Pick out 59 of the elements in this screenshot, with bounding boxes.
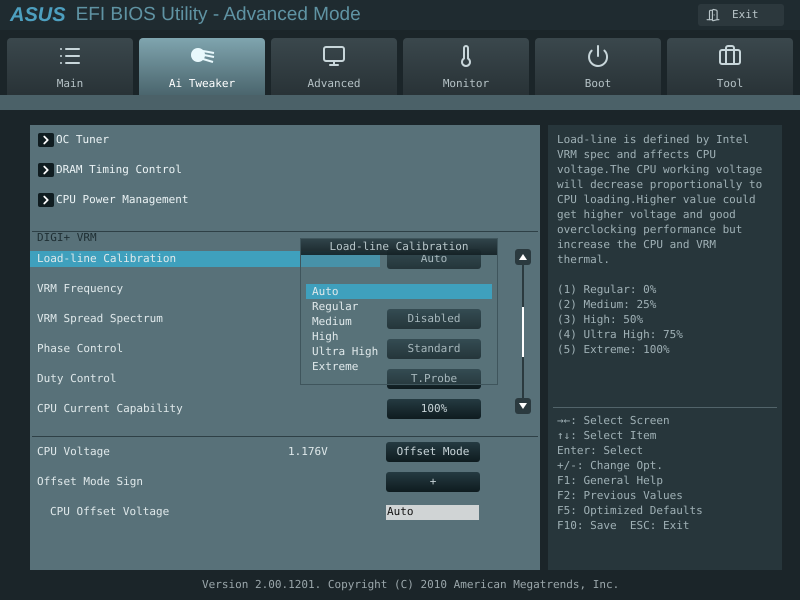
value-button[interactable]: T.Probe <box>387 369 481 389</box>
submenu-link[interactable]: DRAM Timing Control <box>30 155 182 185</box>
value-button[interactable]: Disabled <box>387 309 481 329</box>
key-hint: ↑↓: Select Item <box>557 428 658 443</box>
setting-row[interactable]: VRM Frequency <box>30 281 126 297</box>
key-hint: F10: Save ESC: Exit <box>557 518 690 533</box>
window-title: EFI BIOS Utility - Advanced Mode <box>76 2 361 27</box>
nav-tab[interactable]: Ai Tweaker <box>139 38 265 95</box>
value-button[interactable]: Offset Mode <box>386 442 480 462</box>
help-description: Load-line is defined by Intel VRM spec and affects CPU voltage.The CPU working voltage will decrease proportionally to CPU loading.Higher value could get higher voltage and good overclocking performance but increase the CPU and VRM thermal. <box>557 132 764 267</box>
monitor-icon <box>322 44 346 68</box>
setting-row[interactable]: VRM Spread Spectrum <box>30 311 165 327</box>
up-arrow-icon <box>519 254 527 260</box>
help-text: (1) Regular: 0% <box>557 282 658 297</box>
value-button[interactable]: + <box>386 472 480 492</box>
input-field[interactable]: Auto <box>386 504 479 520</box>
key-hint: F1: General Help <box>557 473 664 488</box>
nav-tab[interactable]: Advanced <box>271 38 397 95</box>
down-arrow-icon <box>519 403 527 409</box>
setting-row[interactable]: CPU Current Capability <box>30 401 185 417</box>
help-text: (4) Ultra High: 75% <box>557 327 684 342</box>
exit-button[interactable]: Exit <box>698 4 784 26</box>
popup-option[interactable]: Ultra High <box>306 344 380 359</box>
briefcase-icon <box>718 44 742 68</box>
key-hint: F2: Previous Values <box>557 488 684 503</box>
nav-tab[interactable]: Boot <box>535 38 661 95</box>
value-button[interactable]: Standard <box>387 339 481 359</box>
help-text: (3) High: 50% <box>557 312 644 327</box>
help-text: (5) Extreme: 100% <box>557 342 671 357</box>
nav-tab[interactable]: Tool <box>667 38 793 95</box>
power-icon <box>586 44 610 68</box>
nav-tab[interactable]: Monitor <box>403 38 529 95</box>
help-text: (2) Medium: 25% <box>557 297 658 312</box>
chevron-icon <box>38 193 54 207</box>
submenu-link[interactable]: CPU Power Management <box>30 185 188 215</box>
key-hint: →←: Select Screen <box>557 413 671 428</box>
chevron-icon <box>38 163 54 177</box>
popup-option[interactable]: High <box>306 329 340 344</box>
setting-label: Offset Mode Sign <box>36 474 144 490</box>
version-text: Version 2.00.1201. Copyright (C) 2010 American Megatrends, Inc. <box>202 576 620 593</box>
popup-option[interactable]: Extreme <box>306 359 360 374</box>
key-hint: +/-: Change Opt. <box>557 458 664 473</box>
section-label: DIGI+ VRM <box>36 232 98 244</box>
brand-logo: ASUS <box>10 3 66 28</box>
voltage-reading: 1.176V <box>288 444 328 458</box>
nav-tab[interactable]: Main <box>7 38 133 95</box>
setting-row[interactable]: Phase Control <box>30 341 126 357</box>
scrollbar[interactable] <box>515 249 531 414</box>
setting-label: CPU Offset Voltage <box>49 504 170 520</box>
submenu-link[interactable]: OC Tuner <box>30 125 109 155</box>
key-hint: Enter: Select <box>557 443 644 458</box>
setting-label: CPU Voltage <box>36 444 111 460</box>
key-hint: F5: Optimized Defaults <box>557 503 704 518</box>
setting-row[interactable]: Duty Control <box>30 371 118 387</box>
popup-option[interactable]: Medium <box>306 314 354 329</box>
door-icon <box>706 8 720 22</box>
popup-option[interactable]: Regular <box>306 299 360 314</box>
value-button[interactable]: 100% <box>387 399 481 419</box>
chevron-icon <box>38 133 54 147</box>
